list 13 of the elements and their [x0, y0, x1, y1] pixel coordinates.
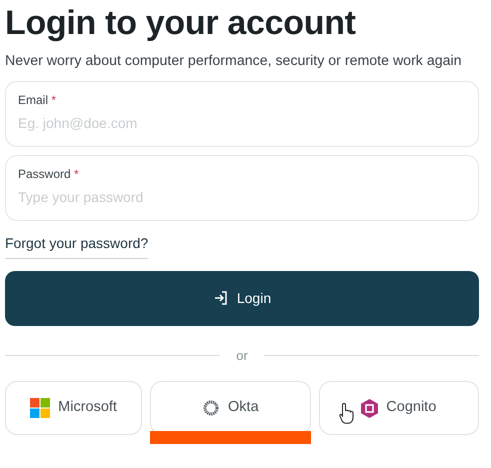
cognito-button[interactable]: Cognito: [318, 381, 479, 436]
forgot-password-link[interactable]: Forgot your password?: [5, 232, 148, 259]
hexagon-icon: [361, 398, 378, 418]
divider-text: or: [236, 346, 248, 365]
subtitle: Never worry about computer performance, security or remote work again: [5, 52, 462, 70]
sunburst-icon: [202, 399, 220, 418]
field-label: Email *: [18, 92, 58, 109]
page-title: Login to your account: [5, 3, 357, 44]
login-icon: [212, 290, 229, 306]
four-squares-icon: [30, 398, 50, 418]
microsoft-button[interactable]: Microsoft: [5, 381, 142, 436]
login-button[interactable]: Login: [5, 270, 479, 326]
field-label: Password *: [18, 166, 80, 183]
